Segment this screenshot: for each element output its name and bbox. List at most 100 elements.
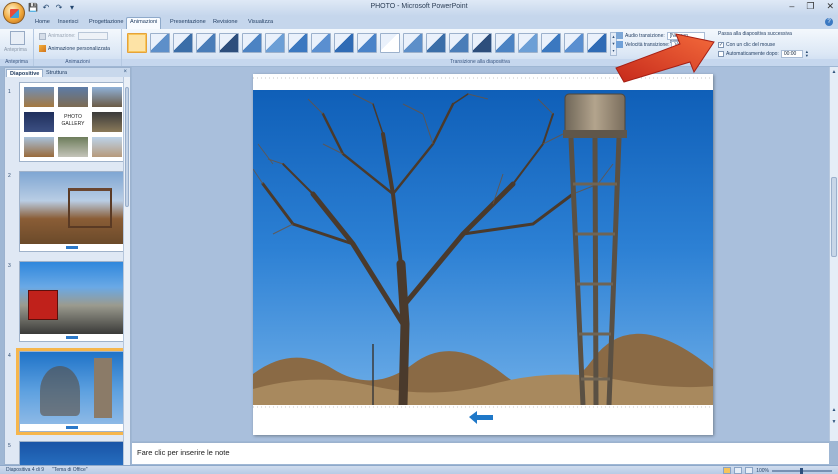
slides-pane: Diapositive Struttura × 1 PHOTO GALLERY … <box>4 67 131 465</box>
transition-option[interactable] <box>242 33 262 53</box>
current-slide[interactable] <box>253 74 713 435</box>
transition-option[interactable] <box>380 33 400 53</box>
on-click-checkbox[interactable]: ✓ <box>718 41 724 48</box>
close-button[interactable]: ✕ <box>826 1 834 12</box>
minimize-button[interactable]: – <box>789 1 794 12</box>
slide-scroll-thumb[interactable] <box>831 177 837 257</box>
auto-advance-label: Automaticamente dopo: <box>726 50 779 57</box>
slide-thumbnail-4[interactable] <box>16 348 123 435</box>
close-pane-icon[interactable]: × <box>123 69 127 75</box>
transition-option[interactable] <box>288 33 308 53</box>
transition-option[interactable] <box>541 33 561 53</box>
custom-animation-button[interactable]: Animazione personalizzata <box>39 45 110 52</box>
preview-button-label: Anteprima <box>4 47 27 53</box>
group-animazioni: Animazione: Animazione personalizzata An… <box>34 29 122 66</box>
transition-none[interactable] <box>127 33 147 53</box>
tab-presentazione[interactable]: Presentazione <box>167 18 209 26</box>
animate-combo[interactable] <box>77 32 108 40</box>
slide-number: 1 <box>8 89 11 95</box>
scroll-up-icon[interactable]: ▲ <box>831 69 837 75</box>
audio-icon <box>616 32 623 39</box>
advance-title: Passa alla diapositiva successiva <box>718 31 792 37</box>
auto-advance-time-input[interactable]: 00:00 <box>780 49 803 58</box>
preview-icon[interactable] <box>10 31 25 45</box>
tab-inserisci[interactable]: Inserisci <box>55 18 82 26</box>
slide-thumbnails: 1 PHOTO GALLERY 2 3 4 5 <box>5 77 123 465</box>
ribbon-tabs: Home Inserisci Progettazione Animazioni … <box>0 16 838 29</box>
tab-animazioni[interactable]: Animazioni <box>126 17 162 29</box>
slide-counter: Diapositiva 4 di 9 <box>6 467 45 473</box>
speed-icon <box>616 41 623 48</box>
notes-placeholder: Fare clic per inserire le note <box>137 448 230 457</box>
notes-pane[interactable]: Fare clic per inserire le note <box>132 442 829 464</box>
transition-option[interactable] <box>426 33 446 53</box>
slide-thumbnail-3[interactable] <box>19 261 123 342</box>
restore-button[interactable]: ❐ <box>806 1 814 12</box>
zoom-slider[interactable] <box>772 467 832 474</box>
group-label-animazioni: Animazioni <box>34 59 121 66</box>
transition-option[interactable] <box>219 33 239 53</box>
pane-tabs: Diapositive Struttura × <box>5 68 130 77</box>
slide-sorter-button[interactable] <box>734 467 743 474</box>
ribbon: Anteprima Anteprima Animazione: Animazio… <box>0 29 838 66</box>
slide-thumbnail-5[interactable] <box>19 441 123 465</box>
audio-label: Audio transizione: <box>625 32 665 39</box>
group-anteprima: Anteprima Anteprima <box>0 29 34 66</box>
slideshow-button[interactable] <box>745 467 754 474</box>
advance-slide-options: Passa alla diapositiva successiva ✓ Con … <box>718 31 810 58</box>
transition-option[interactable] <box>173 33 193 53</box>
custom-animation-label: Animazione personalizzata <box>48 45 110 52</box>
status-bar: Diapositiva 4 di 9 "Tema di Office" 100% <box>0 465 838 474</box>
animate-icon <box>39 32 46 40</box>
slide-scrollbar[interactable]: ▲ ▲ ▼ <box>829 67 838 441</box>
tab-revisione[interactable]: Revisione <box>210 18 241 26</box>
on-click-label: Con un clic del mouse <box>726 41 776 48</box>
photo-gallery-title: PHOTO GALLERY <box>61 114 85 127</box>
speed-combo[interactable]: Veloce <box>671 40 696 49</box>
transition-option[interactable] <box>334 33 354 53</box>
transition-option[interactable] <box>449 33 469 53</box>
slide-number: 2 <box>8 173 11 179</box>
transition-option[interactable] <box>564 33 584 53</box>
group-label-transizione: Transizione alla diapositiva <box>122 59 838 66</box>
transition-option[interactable] <box>472 33 492 53</box>
auto-advance-checkbox[interactable] <box>718 50 724 57</box>
slide-editing-area <box>132 67 829 441</box>
scroll-thumb[interactable] <box>125 87 129 207</box>
slide-number: 5 <box>8 443 11 449</box>
transition-option[interactable] <box>518 33 538 53</box>
zoom-level[interactable]: 100% <box>756 468 769 474</box>
speed-label: Velocità transizione: <box>625 41 670 48</box>
office-button[interactable] <box>3 2 25 24</box>
help-icon[interactable]: ? <box>825 18 833 26</box>
slide-number: 4 <box>8 353 11 359</box>
transition-option[interactable] <box>196 33 216 53</box>
transition-option[interactable] <box>403 33 423 53</box>
slide-thumbnail-1[interactable]: PHOTO GALLERY <box>19 82 123 162</box>
group-label-anteprima: Anteprima <box>0 59 33 66</box>
transition-option[interactable] <box>265 33 285 53</box>
tab-home[interactable]: Home <box>32 18 53 26</box>
audio-combo[interactable]: [Nessun segn... <box>666 31 705 45</box>
tab-struttura[interactable]: Struttura <box>43 69 70 77</box>
transition-option[interactable] <box>357 33 377 53</box>
slides-pane-scrollbar[interactable] <box>123 77 130 465</box>
slide-thumbnail-2[interactable] <box>19 171 123 252</box>
normal-view-button[interactable] <box>723 467 732 474</box>
prev-slide-icon[interactable]: ▲ <box>831 407 837 413</box>
tab-diapositive[interactable]: Diapositive <box>6 69 44 77</box>
next-slide-icon[interactable]: ▼ <box>831 419 837 425</box>
window-title: PHOTO - Microsoft PowerPoint <box>370 3 468 10</box>
custom-animation-icon <box>39 45 46 52</box>
transition-option[interactable] <box>495 33 515 53</box>
transition-option[interactable] <box>311 33 331 53</box>
slide-photo <box>253 74 713 435</box>
time-spinner[interactable]: ▲ ▼ <box>805 49 810 58</box>
tab-visualizza[interactable]: Visualizza <box>245 18 276 26</box>
transition-option[interactable] <box>587 33 607 53</box>
transition-option[interactable] <box>150 33 170 53</box>
theme-name: "Tema di Office" <box>52 467 88 473</box>
title-bar: 💾 ↶ ↷ ▾ PHOTO - Microsoft PowerPoint – ❐… <box>0 0 838 16</box>
slide-number: 3 <box>8 263 11 269</box>
tab-progettazione[interactable]: Progettazione <box>86 18 127 26</box>
